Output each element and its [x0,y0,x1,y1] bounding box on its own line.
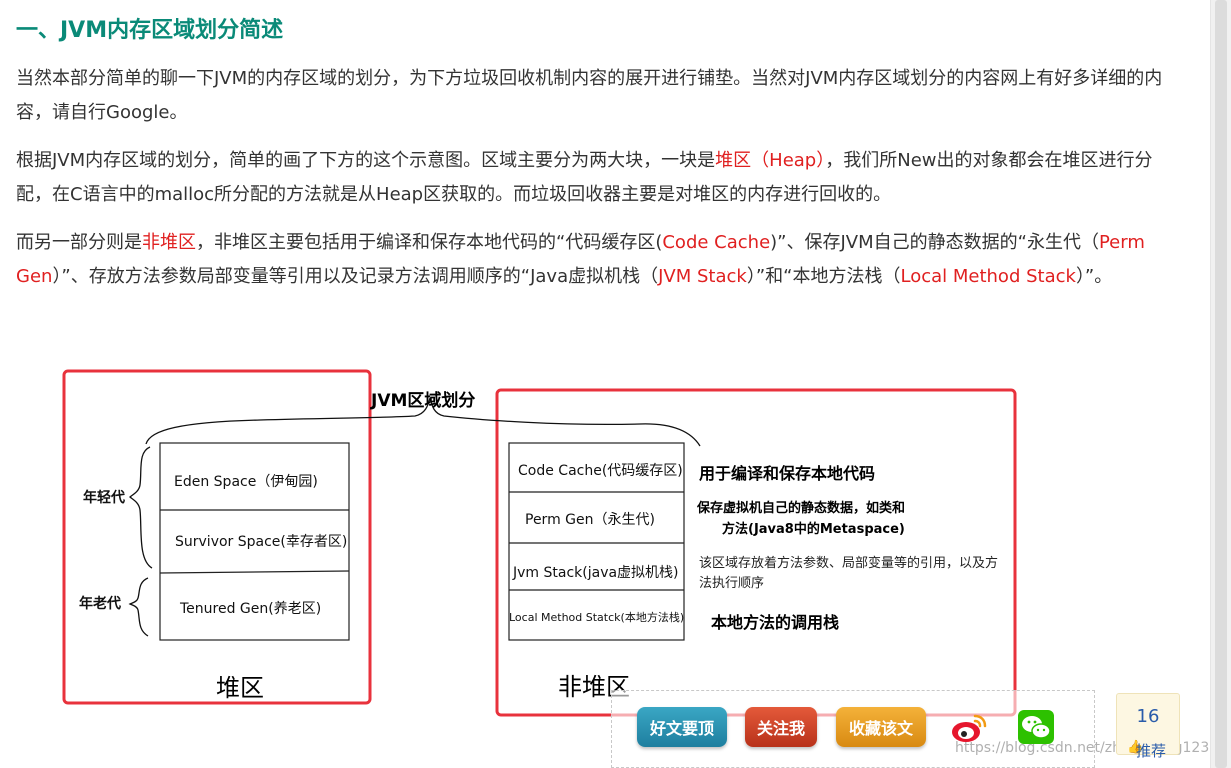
annotation-perm-gen-line2: 方法(Java8中的Metaspace) [722,522,905,537]
recommend-count: 16 [1136,706,1160,727]
follow-button[interactable]: 关注我 [745,707,817,747]
wechat-icon[interactable] [1018,710,1054,744]
old-gen-label: 年老代 [79,596,121,612]
heap-cell-eden: Eden Space（伊甸园) [174,474,318,490]
recommend-box[interactable]: 16 👍 推荐 [1116,693,1180,760]
heap-region-label: 堆区 [216,674,264,702]
diagram-title: JVM区域划分 [371,391,476,411]
annotation-perm-gen-line1: 保存虚拟机自己的静态数据，如类和 [697,501,906,516]
annotation-jvm-stack: 该区域存放着方法参数、局部变量等的引用，以及方法执行顺序 [699,556,999,591]
diagram-lines [62,369,1017,717]
young-gen-brace [129,446,153,569]
annotation-code-cache: 用于编译和保存本地代码 [699,464,876,483]
recommend-label: 推荐 [1135,742,1166,760]
jvm-memory-diagram: JVM区域划分 Eden Space（伊甸园) Survivor Space(幸… [0,0,1231,768]
nonheap-cell-jvm-stack: Jvm Stack(java虚拟机栈) [513,565,679,581]
recommend-article-button[interactable]: 好文要顶 [637,707,727,747]
nonheap-cell-native-stack: Local Method Statck(本地方法栈) [509,611,685,624]
heap-cell-survivor: Survivor Space(幸存者区) [175,534,348,550]
nonheap-cell-code-cache: Code Cache(代码缓存区) [518,463,683,479]
heap-divider-2 [159,570,350,574]
scrollbar-thumb[interactable] [1215,0,1227,768]
heap-cell-tenured: Tenured Gen(养老区) [180,601,322,617]
favorite-button[interactable]: 收藏该文 [836,707,926,747]
vertical-scrollbar[interactable] [1210,0,1231,768]
nonheap-cell-perm-gen: Perm Gen（永生代) [525,512,655,528]
annotation-native-stack: 本地方法的调用栈 [711,613,840,632]
young-gen-label: 年轻代 [83,490,125,506]
old-gen-brace [128,577,149,637]
